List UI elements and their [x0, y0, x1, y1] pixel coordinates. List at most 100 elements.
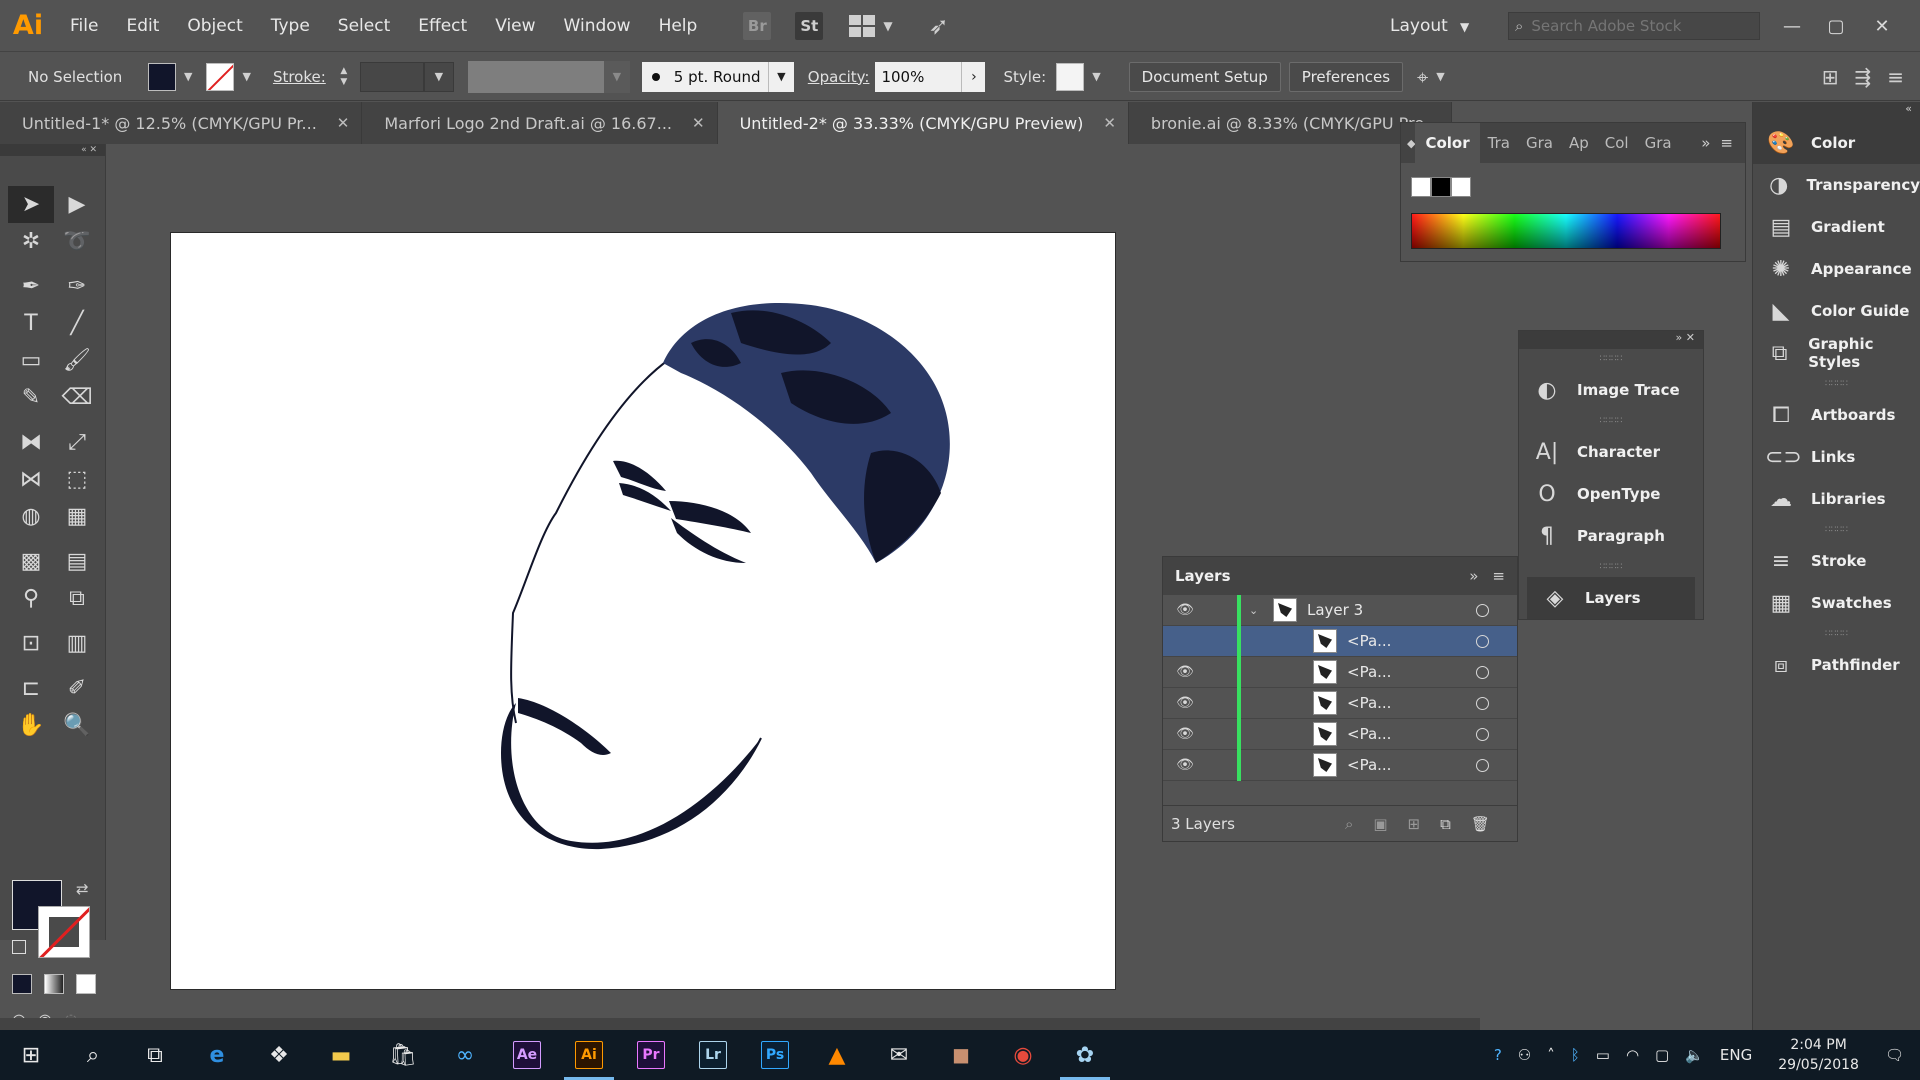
- people-icon[interactable]: ⚇: [1518, 1046, 1531, 1064]
- eyedropper-tool-icon[interactable]: ⚲: [8, 580, 54, 617]
- new-sublayer-icon[interactable]: ⊞: [1408, 815, 1421, 833]
- menu-help[interactable]: Help: [645, 0, 712, 52]
- panel-artboards[interactable]: ⧠ Artboards: [1753, 394, 1920, 436]
- panel-opentype[interactable]: O OpenType: [1519, 473, 1703, 515]
- maximize-icon[interactable]: ▢: [1814, 0, 1858, 52]
- variable-width-profile[interactable]: [467, 60, 604, 93]
- bluetooth-icon[interactable]: ᛒ: [1571, 1046, 1580, 1064]
- panel-menu-icon[interactable]: ≡: [1492, 567, 1505, 585]
- chevron-down-icon[interactable]: ▼: [1460, 0, 1469, 52]
- layer-row[interactable]: 👁 <Pa...: [1163, 687, 1517, 719]
- opacity-label[interactable]: Opacity:: [808, 68, 870, 86]
- stock-search[interactable]: ⌕: [1508, 12, 1760, 40]
- chevron-down-icon[interactable]: ⌄: [1249, 604, 1273, 617]
- lightroom-icon[interactable]: Lr: [682, 1030, 744, 1080]
- color-mode-icon[interactable]: [12, 974, 32, 994]
- bridge-button[interactable]: Br: [743, 11, 772, 40]
- shaper-tool-icon[interactable]: ✎: [8, 379, 54, 416]
- close-icon[interactable]: ✕: [692, 114, 705, 132]
- minimize-icon[interactable]: —: [1770, 0, 1814, 52]
- layer-row[interactable]: <Pa...: [1163, 625, 1517, 657]
- menu-file[interactable]: File: [56, 0, 112, 52]
- rectangle-tool-icon[interactable]: ▭: [8, 342, 54, 379]
- eye-icon[interactable]: 👁: [1163, 602, 1207, 618]
- stock-button[interactable]: St: [795, 11, 824, 40]
- game-icon[interactable]: ◼: [930, 1030, 992, 1080]
- pen-tool-icon[interactable]: ✒: [8, 268, 54, 305]
- clock[interactable]: 2:04 PM 29/05/2018: [1778, 1035, 1859, 1075]
- close-icon[interactable]: ✕: [1103, 114, 1116, 132]
- none-mode-icon[interactable]: [76, 974, 96, 994]
- stroke-label[interactable]: Stroke:: [273, 68, 326, 86]
- line-tool-icon[interactable]: ╱: [54, 305, 100, 342]
- premiere-icon[interactable]: Pr: [620, 1030, 682, 1080]
- tab-untitled-2[interactable]: Untitled-2* @ 33.33% (CMYK/GPU Preview) ✕: [717, 102, 1129, 144]
- slice-tool-icon[interactable]: ✐: [54, 670, 100, 707]
- close-icon[interactable]: ✕: [1860, 0, 1904, 52]
- battery-icon[interactable]: ▭: [1596, 1046, 1610, 1064]
- locate-object-icon[interactable]: ⌕: [1345, 815, 1353, 833]
- preferences-button[interactable]: Preferences: [1288, 61, 1404, 92]
- brush-definition[interactable]: 5 pt. Round: [641, 61, 768, 92]
- chevron-down-icon[interactable]: ▼: [1436, 70, 1444, 83]
- panel-swatches[interactable]: ▦ Swatches: [1753, 582, 1920, 624]
- tab-appearance[interactable]: Ap: [1561, 134, 1597, 152]
- layer-row[interactable]: 👁 <Pa...: [1163, 749, 1517, 781]
- menu-view[interactable]: View: [481, 0, 549, 52]
- panel-color[interactable]: 🎨 Color: [1753, 122, 1920, 164]
- mesh-tool-icon[interactable]: ▩: [8, 543, 54, 580]
- target-icon[interactable]: [1476, 665, 1489, 679]
- windows-start-icon[interactable]: ⊞: [0, 1030, 62, 1080]
- stock-search-input[interactable]: [1531, 17, 1742, 35]
- tab-marfori-logo[interactable]: Marfori Logo 2nd Draft.ai @ 16.67... ✕: [362, 102, 718, 144]
- chevron-down-icon[interactable]: ▼: [1092, 70, 1100, 83]
- gradient-mode-icon[interactable]: [44, 974, 64, 994]
- photoshop-icon[interactable]: Ps: [744, 1030, 806, 1080]
- search-icon[interactable]: ⌕: [62, 1030, 124, 1080]
- chevron-right-icon[interactable]: ›: [961, 61, 986, 92]
- panel-libraries[interactable]: ☁ Libraries: [1753, 478, 1920, 520]
- mail-icon[interactable]: ✉: [868, 1030, 930, 1080]
- none-swatch[interactable]: [1411, 177, 1431, 197]
- white-swatch[interactable]: [1451, 177, 1471, 197]
- eye-icon[interactable]: 👁: [1163, 726, 1207, 742]
- menu-type[interactable]: Type: [257, 0, 324, 52]
- chevron-down-icon[interactable]: ▼: [603, 60, 630, 93]
- eye-icon[interactable]: 👁: [1163, 757, 1207, 773]
- close-icon[interactable]: ✕: [337, 114, 350, 132]
- collapse-icon[interactable]: ◆: [1407, 137, 1415, 150]
- menu-icon[interactable]: ≡: [1887, 65, 1904, 89]
- task-view-icon[interactable]: ⧉: [124, 1030, 186, 1080]
- close-icon[interactable]: » ✕: [1519, 331, 1703, 349]
- grid-icon[interactable]: ⊞: [1822, 65, 1839, 89]
- chevron-down-icon[interactable]: ▼: [184, 70, 192, 83]
- tab-color-guide[interactable]: Col: [1597, 134, 1637, 152]
- paint-icon[interactable]: ✿: [1054, 1030, 1116, 1080]
- opacity-field[interactable]: 100%: [875, 61, 962, 92]
- stroke-stepper[interactable]: ▲ ▼: [334, 61, 354, 93]
- stroke-weight-field[interactable]: [359, 61, 424, 92]
- layer-row-parent[interactable]: 👁 ⌄ Layer 3: [1163, 594, 1517, 626]
- blend-tool-icon[interactable]: ⧉: [54, 580, 100, 617]
- menu-window[interactable]: Window: [550, 0, 645, 52]
- panel-stroke[interactable]: ≡ Stroke: [1753, 540, 1920, 582]
- panel-gradient[interactable]: ▤ Gradient: [1753, 206, 1920, 248]
- panel-appearance[interactable]: ✺ Appearance: [1753, 248, 1920, 290]
- panel-menu-icon[interactable]: ≡: [1720, 134, 1733, 152]
- store-icon[interactable]: 🛍: [372, 1030, 434, 1080]
- illustrator-icon[interactable]: Ai: [558, 1030, 620, 1080]
- infinity-icon[interactable]: ∞: [434, 1030, 496, 1080]
- free-transform-tool-icon[interactable]: ⬚: [54, 461, 100, 498]
- panel-image-trace[interactable]: ◐ Image Trace: [1519, 369, 1703, 411]
- collapse-icon[interactable]: «: [1753, 102, 1920, 122]
- target-icon[interactable]: [1476, 758, 1489, 772]
- chevron-up-icon[interactable]: ˄: [1547, 1046, 1555, 1064]
- panel-links[interactable]: ⊂⊃ Links: [1753, 436, 1920, 478]
- panel-graphic-styles[interactable]: ⧉ Graphic Styles: [1753, 332, 1920, 374]
- notifications-icon[interactable]: 🗨: [1885, 1046, 1904, 1064]
- menu-effect[interactable]: Effect: [404, 0, 481, 52]
- panel-pathfinder[interactable]: ⧈ Pathfinder: [1753, 644, 1920, 686]
- target-icon[interactable]: [1476, 696, 1489, 710]
- volume-icon[interactable]: 🔈: [1685, 1046, 1704, 1064]
- width-tool-icon[interactable]: ⋈: [8, 461, 54, 498]
